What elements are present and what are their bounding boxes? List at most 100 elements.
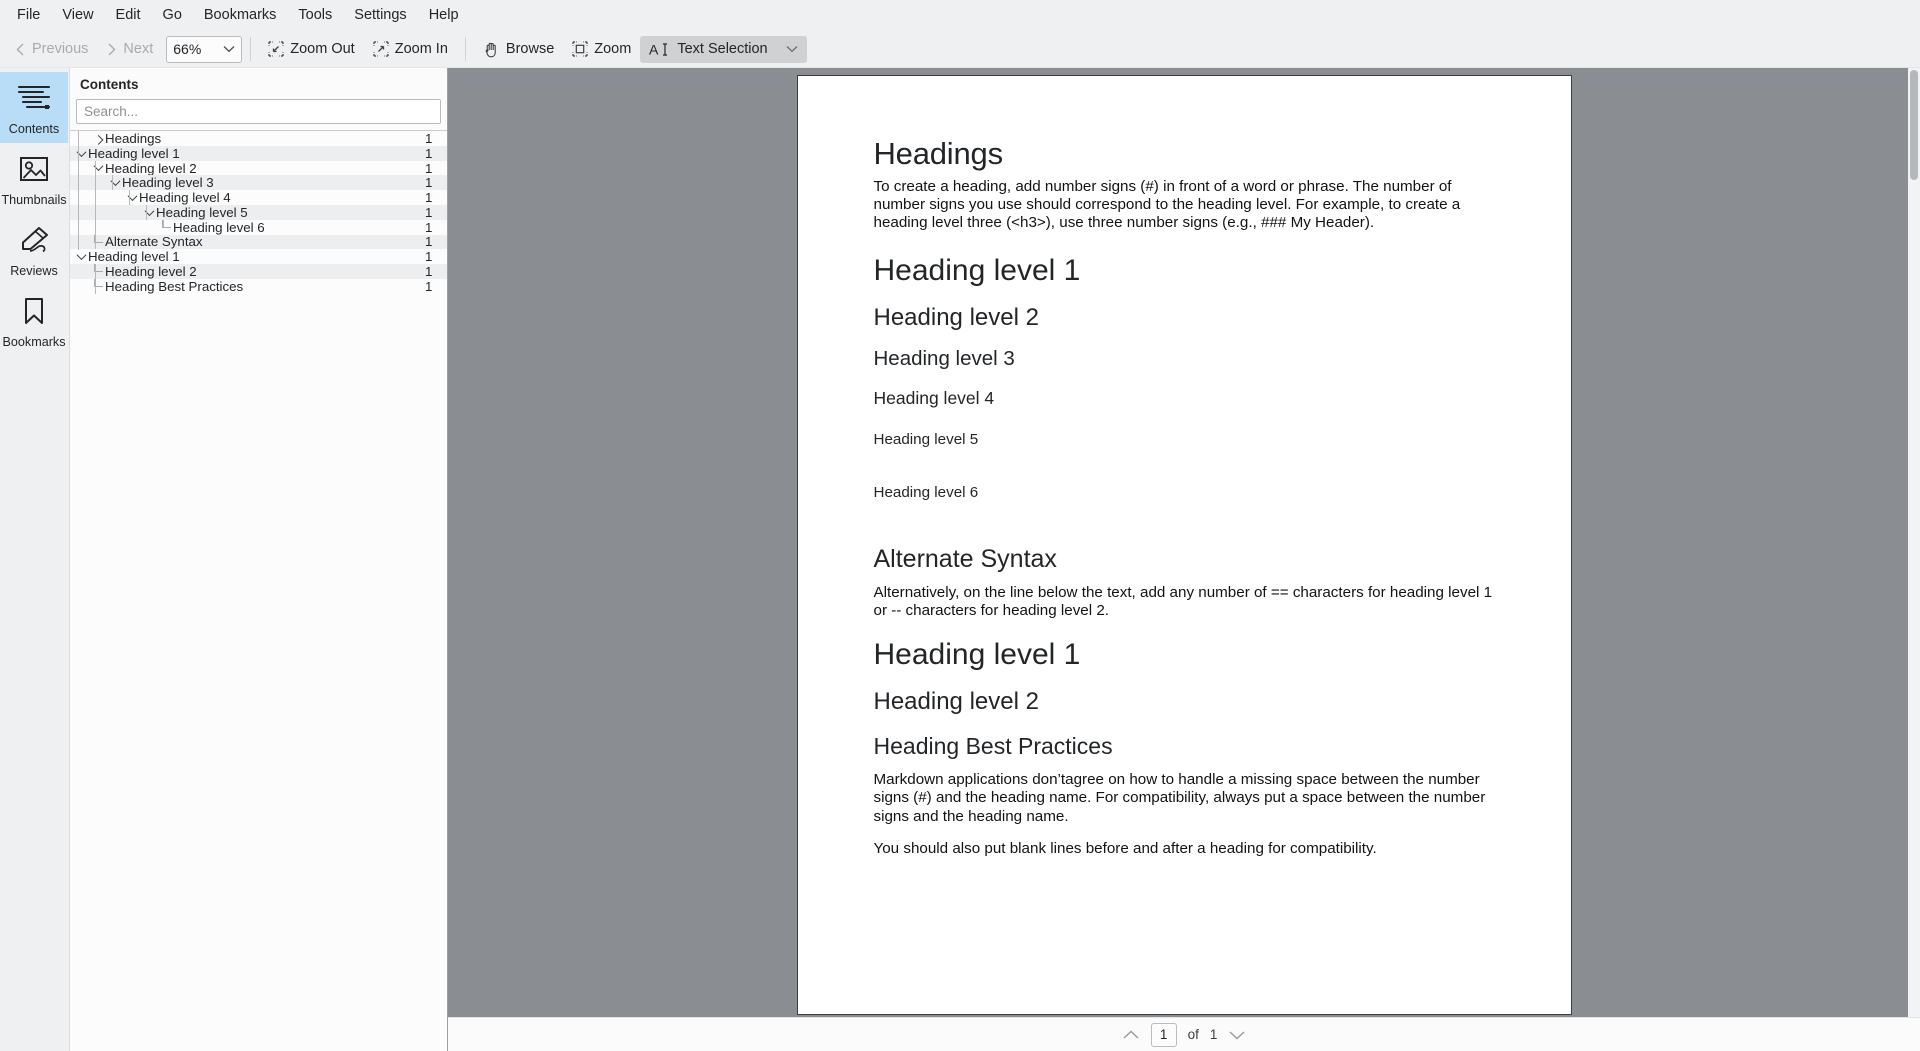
contents-tree[interactable]: Headings 1 Heading level 1 1 Heading level 2… [70,130,447,1051]
next-page-icon[interactable] [1228,1029,1246,1041]
tree-row[interactable]: Heading level 4 1 [70,190,447,205]
zoom-level-combobox[interactable]: 66% [166,35,243,63]
next-button[interactable]: Next [97,36,162,62]
tree-row-page-number: 1 [425,204,433,220]
tree-row[interactable]: Heading level 3 1 [70,175,447,190]
sidebar-item-bookmarks[interactable]: Bookmarks [0,285,68,356]
zoom-out-icon [268,41,284,57]
tree-row-label: Heading level 5 [156,204,248,220]
doc-heading-level-2: Heading level 2 [873,304,1039,332]
tree-row[interactable]: Heading Best Practices 1 [70,279,447,294]
doc-best-practices-title: Heading Best Practices [873,733,1113,760]
menu-item-file[interactable]: File [6,4,51,27]
menu-item-view[interactable]: View [51,4,104,27]
tree-row-page-number: 1 [425,219,433,235]
tree-row-label: Heading level 4 [139,190,231,206]
previous-page-icon[interactable] [1122,1029,1140,1041]
tree-row[interactable]: Heading level 2 1 [70,161,447,176]
previous-button[interactable]: Previous [6,36,97,62]
zoom-in-button[interactable]: Zoom In [364,36,457,62]
text-selection-tool-button[interactable]: A Text Selection [640,35,807,63]
tree-row-page-number: 1 [425,190,433,206]
page-of-label: of [1187,1027,1199,1042]
doc-heading-level-5: Heading level 5 [873,431,979,449]
zoom-tool-button[interactable]: Zoom [563,36,640,62]
contents-panel: Contents Headings1Heading level 11Headin… [70,68,448,1051]
svg-text:A: A [649,41,659,57]
main-area: Contents Thumbnails Reviews Bookmarks Co… [0,68,1920,1051]
current-page-input[interactable] [1150,1022,1177,1047]
tree-row[interactable]: Heading level 2 1 [70,264,447,279]
contents-icon [16,81,52,115]
total-pages-label: 1 [1209,1027,1218,1042]
status-bar: of 1 [448,1017,1920,1051]
sidebar-item-reviews[interactable]: Reviews [0,214,68,285]
zoom-selection-icon [572,41,588,57]
menu-item-go[interactable]: Go [152,4,193,27]
text-cursor-icon: A [649,41,669,58]
search-input[interactable] [76,99,441,124]
chevron-down-icon[interactable] [76,250,87,261]
tree-row-label: Heading level 1 [88,249,180,265]
chevron-left-icon [15,43,26,56]
hand-icon [483,41,500,58]
menu-bar: File View Edit Go Bookmarks Tools Settin… [0,0,1920,31]
zoom-out-label: Zoom Out [290,41,355,57]
zoom-out-button[interactable]: Zoom Out [259,36,363,62]
tree-row[interactable]: Alternate Syntax 1 [70,234,447,250]
menu-item-tools[interactable]: Tools [287,4,343,27]
tree-row-page-number: 1 [425,264,433,280]
tree-row-page-number: 1 [425,249,433,265]
browse-tool-button[interactable]: Browse [474,36,563,63]
chevron-right-icon[interactable] [93,134,104,145]
sidebar-item-thumbnails[interactable]: Thumbnails [0,143,68,214]
menu-item-help[interactable]: Help [418,4,470,27]
tree-row[interactable]: Heading level 1 1 [70,146,447,161]
tree-indent [70,234,105,250]
menu-item-edit[interactable]: Edit [105,4,152,27]
tree-row-page-number: 1 [425,234,433,250]
document-viewport[interactable]: Headings To create a heading, add number… [448,68,1920,1051]
tree-indent [70,278,105,294]
toolbar-separator-1 [250,37,252,61]
doc-title-headings: Headings [873,136,1004,171]
tree-indent [70,219,173,235]
page-content: Headings To create a heading, add number… [798,136,1571,858]
chevron-right-icon [106,43,117,56]
scrollbar-thumb[interactable] [1910,70,1918,180]
doc-heading-level-4: Heading level 4 [873,388,995,409]
sidebar-item-bookmarks-label: Bookmarks [2,335,66,349]
tree-guide-line [112,175,113,191]
vertical-scrollbar[interactable] [1908,68,1920,1051]
doc-intro-paragraph: To create a heading, add number signs (#… [873,178,1461,232]
tree-row-page-number: 1 [425,145,433,161]
zoom-in-label: Zoom In [394,41,448,57]
next-label: Next [123,41,154,57]
search-wrapper [70,99,447,130]
doc-heading-level-1: Heading level 1 [873,254,1081,288]
chevron-down-icon[interactable] [786,45,798,53]
sidebar-rail: Contents Thumbnails Reviews Bookmarks [0,68,70,1051]
menu-item-bookmarks[interactable]: Bookmarks [193,4,288,27]
tree-row-label: Heading level 2 [105,160,197,176]
menu-item-settings[interactable]: Settings [343,4,417,27]
tree-row-label: Heading level 3 [122,175,214,191]
tree-row[interactable]: Heading level 1 1 [70,249,447,264]
doc-heading-level-3: Heading level 3 [873,347,1015,371]
previous-label: Previous [32,41,89,57]
tree-row[interactable]: Heading level 6 1 [70,220,447,235]
browse-label: Browse [505,41,555,57]
tree-row-label: Headings [105,130,162,146]
tree-row-page-number: 1 [425,175,433,191]
tree-guide-line [95,160,96,250]
tree-row[interactable]: Heading level 5 1 [70,205,447,220]
tree-indent [70,131,105,146]
tree-indent [70,249,88,264]
doc-best-practices-paragraph-1: Markdown applications don’tagree on how … [873,771,1486,825]
doc-best-practices-paragraph-2: You should also put blank lines before a… [873,839,1377,857]
thumbnails-icon [18,152,50,186]
document-page: Headings To create a heading, add number… [796,75,1572,1015]
sidebar-item-contents[interactable]: Contents [0,72,68,143]
highlighter-pen-icon [17,223,51,257]
tree-row[interactable]: Headings 1 [70,131,447,146]
